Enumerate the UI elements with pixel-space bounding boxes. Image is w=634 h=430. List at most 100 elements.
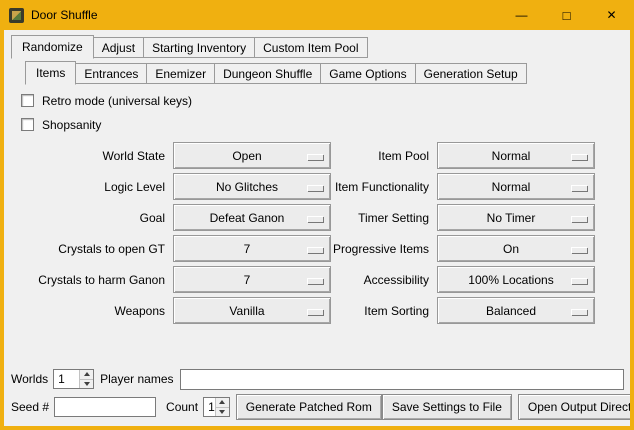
worlds-label: Worlds bbox=[11, 372, 48, 386]
worlds-spin-down-button[interactable] bbox=[80, 379, 93, 389]
checkbox-row-shopsanity[interactable]: Shopsanity bbox=[21, 117, 630, 132]
label-weapons: Weapons bbox=[10, 304, 173, 318]
dropdown-indicator-icon bbox=[307, 185, 323, 191]
seed-label: Seed # bbox=[11, 400, 49, 414]
tab-randomize[interactable]: Randomize bbox=[11, 35, 94, 59]
dropdown-value: Balanced bbox=[486, 304, 546, 318]
worlds-value: 1 bbox=[54, 370, 79, 388]
spin-down-icon bbox=[219, 410, 225, 414]
count-spinbox[interactable]: 1 bbox=[203, 397, 230, 417]
dropdown-progressive-items[interactable]: On bbox=[437, 235, 595, 262]
dropdown-indicator-icon bbox=[571, 247, 587, 253]
maximize-icon: □ bbox=[563, 8, 571, 23]
dropdown-item-sorting[interactable]: Balanced bbox=[437, 297, 595, 324]
tab-label: Enemizer bbox=[155, 67, 206, 81]
label-item-pool: Item Pool bbox=[331, 149, 437, 163]
bottom-row-1: Worlds 1 Player names bbox=[11, 368, 624, 390]
worlds-spin-up-button[interactable] bbox=[80, 370, 93, 379]
outer-tab-strip: Randomize Adjust Starting Inventory Cust… bbox=[4, 35, 630, 58]
dropdown-value: Vanilla bbox=[229, 304, 274, 318]
player-names-label: Player names bbox=[100, 372, 173, 386]
dropdown-indicator-icon bbox=[307, 216, 323, 222]
dropdown-indicator-icon bbox=[307, 154, 323, 160]
tab-generation-setup[interactable]: Generation Setup bbox=[415, 63, 527, 84]
window: Door Shuffle — □ ✕ Randomize Adjust Star… bbox=[0, 0, 634, 430]
bottom-bar: Worlds 1 Player names Seed # bbox=[4, 368, 630, 426]
dropdown-value: On bbox=[503, 242, 529, 256]
dropdown-item-functionality[interactable]: Normal bbox=[437, 173, 595, 200]
open-output-directory-button[interactable]: Open Output Directory bbox=[518, 394, 630, 420]
dropdown-value: Normal bbox=[492, 180, 541, 194]
dropdown-weapons[interactable]: Vanilla bbox=[173, 297, 331, 324]
title-bar[interactable]: Door Shuffle — □ ✕ bbox=[0, 0, 634, 30]
label-accessibility: Accessibility bbox=[331, 273, 437, 287]
bottom-row-2: Seed # Count 1 Generate Patched Rom bbox=[11, 394, 624, 420]
save-settings-button[interactable]: Save Settings to File bbox=[382, 394, 512, 420]
player-names-input[interactable] bbox=[180, 369, 625, 390]
options-form: World State Open Item Pool Normal Logic … bbox=[10, 140, 630, 326]
window-content: Randomize Adjust Starting Inventory Cust… bbox=[4, 30, 630, 426]
label-item-functionality: Item Functionality bbox=[331, 180, 437, 194]
worlds-spin-arrows bbox=[79, 370, 93, 388]
dropdown-accessibility[interactable]: 100% Locations bbox=[437, 266, 595, 293]
tab-label: Custom Item Pool bbox=[263, 41, 358, 55]
tab-game-options[interactable]: Game Options bbox=[320, 63, 415, 84]
label-progressive-items: Progressive Items bbox=[331, 242, 437, 256]
checkbox-label: Shopsanity bbox=[42, 118, 101, 132]
checkbox-retro-mode[interactable] bbox=[21, 94, 34, 107]
dropdown-indicator-icon bbox=[307, 278, 323, 284]
spin-up-icon bbox=[84, 372, 90, 376]
dropdown-indicator-icon bbox=[571, 185, 587, 191]
tab-adjust[interactable]: Adjust bbox=[93, 37, 144, 58]
label-goal: Goal bbox=[10, 211, 173, 225]
count-spin-arrows bbox=[215, 398, 229, 416]
dropdown-indicator-icon bbox=[571, 309, 587, 315]
app-icon[interactable] bbox=[9, 8, 24, 23]
tab-entrances[interactable]: Entrances bbox=[75, 63, 147, 84]
tab-starting-inventory[interactable]: Starting Inventory bbox=[143, 37, 255, 58]
label-item-sorting: Item Sorting bbox=[331, 304, 437, 318]
dropdown-crystals-open-gt[interactable]: 7 bbox=[173, 235, 331, 262]
window-controls: — □ ✕ bbox=[499, 0, 634, 30]
dropdown-indicator-icon bbox=[307, 309, 323, 315]
dropdown-value: Normal bbox=[492, 149, 541, 163]
dropdown-value: Open bbox=[232, 149, 271, 163]
checkbox-row-retro-mode[interactable]: Retro mode (universal keys) bbox=[21, 93, 630, 108]
inner-tab-strip: Items Entrances Enemizer Dungeon Shuffle… bbox=[4, 61, 630, 84]
count-label: Count bbox=[166, 400, 198, 414]
tab-label: Entrances bbox=[84, 67, 138, 81]
dropdown-indicator-icon bbox=[571, 278, 587, 284]
minimize-button[interactable]: — bbox=[499, 0, 544, 30]
dropdown-item-pool[interactable]: Normal bbox=[437, 142, 595, 169]
count-spin-up-button[interactable] bbox=[216, 398, 229, 407]
dropdown-crystals-harm-ganon[interactable]: 7 bbox=[173, 266, 331, 293]
tab-custom-item-pool[interactable]: Custom Item Pool bbox=[254, 37, 367, 58]
window-title: Door Shuffle bbox=[31, 8, 98, 22]
dropdown-value: 7 bbox=[244, 273, 261, 287]
checkbox-shopsanity[interactable] bbox=[21, 118, 34, 131]
generate-patched-rom-button[interactable]: Generate Patched Rom bbox=[236, 394, 382, 420]
dropdown-value: 100% Locations bbox=[468, 273, 563, 287]
maximize-button[interactable]: □ bbox=[544, 0, 589, 30]
spin-up-icon bbox=[219, 400, 225, 404]
dropdown-indicator-icon bbox=[571, 216, 587, 222]
seed-input[interactable] bbox=[54, 397, 156, 417]
tab-enemizer[interactable]: Enemizer bbox=[146, 63, 215, 84]
close-button[interactable]: ✕ bbox=[589, 0, 634, 30]
tab-label: Randomize bbox=[22, 40, 83, 54]
dropdown-indicator-icon bbox=[307, 247, 323, 253]
dropdown-timer-setting[interactable]: No Timer bbox=[437, 204, 595, 231]
dropdown-value: No Glitches bbox=[216, 180, 288, 194]
dropdown-goal[interactable]: Defeat Ganon bbox=[173, 204, 331, 231]
tab-label: Starting Inventory bbox=[152, 41, 246, 55]
dropdown-world-state[interactable]: Open bbox=[173, 142, 331, 169]
count-spin-down-button[interactable] bbox=[216, 407, 229, 417]
dropdown-value: 7 bbox=[244, 242, 261, 256]
tab-dungeon-shuffle[interactable]: Dungeon Shuffle bbox=[214, 63, 321, 84]
dropdown-value: No Timer bbox=[487, 211, 546, 225]
dropdown-logic-level[interactable]: No Glitches bbox=[173, 173, 331, 200]
tab-items[interactable]: Items bbox=[25, 61, 76, 85]
label-crystals-open-gt: Crystals to open GT bbox=[10, 242, 173, 256]
worlds-spinbox[interactable]: 1 bbox=[53, 369, 94, 389]
minimize-icon: — bbox=[516, 8, 528, 22]
